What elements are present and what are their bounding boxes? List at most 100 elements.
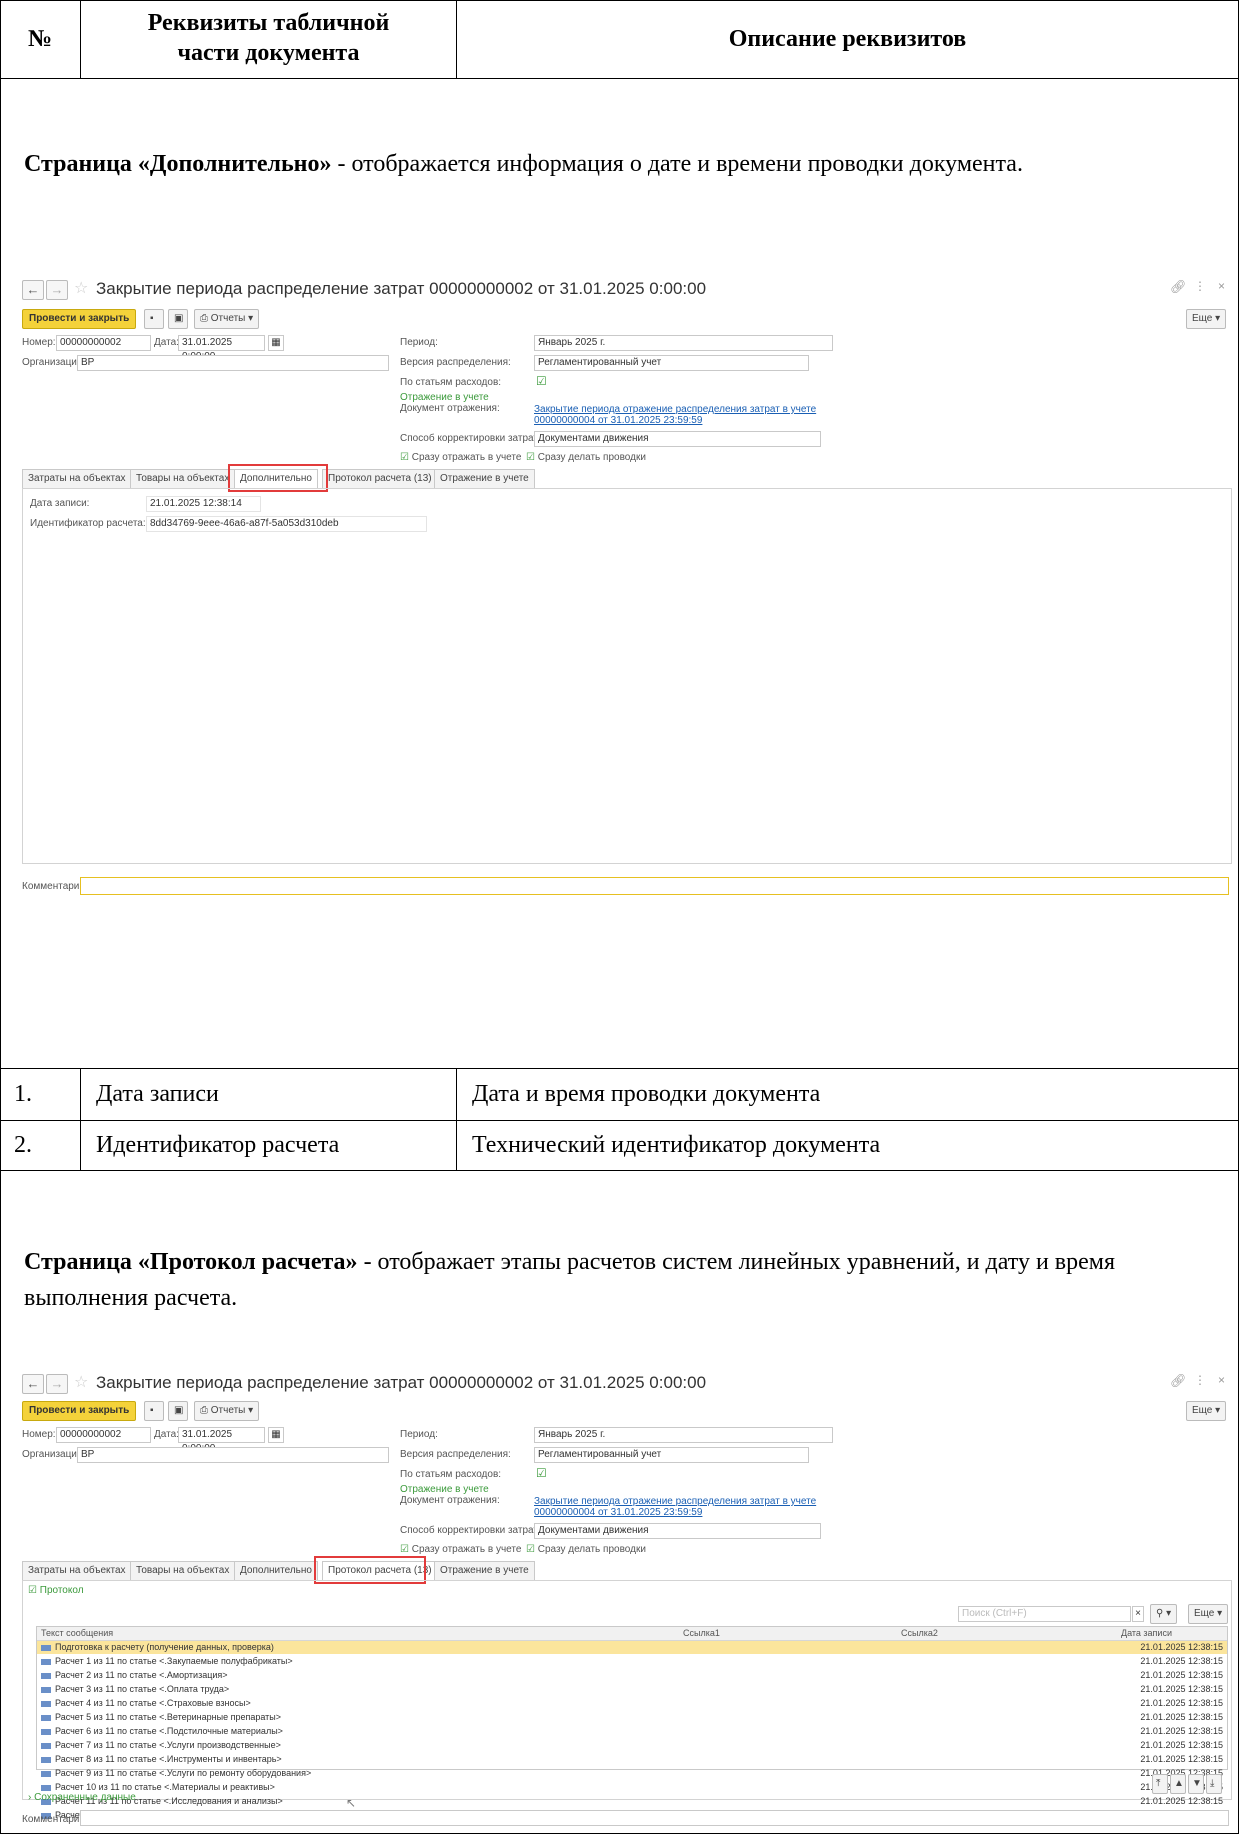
tab-additional[interactable]: Дополнительно: [234, 1561, 318, 1580]
date-label: Дата:: [154, 1429, 179, 1440]
reflection-doc-link[interactable]: Закрытие периода отражение распределения…: [534, 1496, 816, 1518]
org-field[interactable]: ВР: [77, 1447, 389, 1463]
table-row[interactable]: Расчет 1 из 11 по статье <.Закупаемые по…: [37, 1655, 1227, 1668]
table-row[interactable]: Расчет 7 из 11 по статье <.Услуги произв…: [37, 1739, 1227, 1752]
tab-costs-objects[interactable]: Затраты на объектах: [22, 469, 132, 488]
by-items-checkbox[interactable]: ☑: [536, 1466, 547, 1480]
close-icon: ×: [1135, 1608, 1141, 1619]
tab-goods-objects[interactable]: Товары на объектах: [130, 1561, 236, 1580]
tab-calc-protocol[interactable]: Протокол расчета (13): [322, 469, 438, 488]
more-vertical-icon[interactable]: ⋮: [1194, 1373, 1206, 1387]
move-top-button[interactable]: ⤒: [1152, 1774, 1168, 1794]
protocol-label: Протокол: [39, 1585, 84, 1596]
close-icon[interactable]: ×: [1218, 1373, 1225, 1387]
section-protocol-text: Страница «Протокол расчета» - отображает…: [24, 1244, 1174, 1316]
version-field[interactable]: Регламентированный учет: [534, 355, 809, 371]
reflection-header: Отражение в учете: [400, 1484, 489, 1495]
table-row[interactable]: Расчет 11 из 11 по статье <.Исследования…: [37, 1795, 1227, 1808]
save-button[interactable]: ▪: [144, 1401, 164, 1421]
table-row[interactable]: Расчет 2 из 11 по статье <.Амортизация> 2…: [37, 1669, 1227, 1682]
calc-id-field[interactable]: 8dd34769-9eee-46a6-a87f-5a053d310deb: [146, 516, 427, 532]
protocol-group[interactable]: ☑ Протокол: [28, 1585, 84, 1596]
comment-field[interactable]: [80, 877, 1229, 895]
tab-reflection[interactable]: Отражение в учете: [434, 469, 535, 488]
calc-id-label: Идентификатор расчета:: [30, 518, 146, 529]
col-date[interactable]: Дата записи: [1121, 1627, 1172, 1640]
close-icon[interactable]: ×: [1218, 279, 1225, 293]
more-button[interactable]: Еще ▾: [1186, 309, 1227, 329]
search-input[interactable]: Поиск (Ctrl+F): [958, 1606, 1131, 1622]
cb2-checkbox[interactable]: ☑: [526, 1544, 535, 1555]
forward-button[interactable]: →: [46, 280, 68, 300]
table-row[interactable]: Расчет 3 из 11 по статье <.Оплата труда>…: [37, 1683, 1227, 1696]
method-field[interactable]: Документами движения: [534, 1523, 821, 1539]
post-close-button[interactable]: Провести и закрыть: [22, 309, 137, 329]
cb1-wrapper[interactable]: ☑ Сразу отражать в учете: [400, 1544, 521, 1555]
table-row[interactable]: Расчет 10 из 11 по статье <.Материалы и …: [37, 1781, 1227, 1794]
period-field[interactable]: Январь 2025 г.: [534, 1427, 833, 1443]
back-button[interactable]: ←: [22, 280, 44, 300]
reflection-doc-link[interactable]: Закрытие периода отражение распределения…: [534, 404, 816, 426]
table-col-divider: [80, 1068, 81, 1170]
clear-search-button[interactable]: ×: [1132, 1606, 1144, 1622]
cb1-wrapper[interactable]: ☑ Сразу отражать в учете: [400, 452, 521, 463]
saved-data-group[interactable]: › Сохраненные данные: [28, 1792, 136, 1803]
comment-field[interactable]: [80, 1810, 1229, 1826]
col-text[interactable]: Текст сообщения: [41, 1627, 113, 1640]
number-field[interactable]: 00000000002: [56, 335, 151, 351]
table-row[interactable]: Расчет 9 из 11 по статье <.Услуги по рем…: [37, 1767, 1227, 1780]
grid-more-button[interactable]: Еще ▾: [1188, 1604, 1229, 1624]
header-description: Описание реквизитов: [728, 26, 967, 52]
cb2-wrapper[interactable]: ☑ Сразу делать проводки: [526, 452, 646, 463]
tab-costs-objects[interactable]: Затраты на объектах: [22, 1561, 132, 1580]
link-icon[interactable]: 🔗︎: [1170, 279, 1187, 295]
post-close-button[interactable]: Провести и закрыть: [22, 1401, 137, 1421]
table-row[interactable]: Расчет 5 из 11 по статье <.Ветеринарные …: [37, 1711, 1227, 1724]
method-field[interactable]: Документами движения: [534, 431, 821, 447]
by-items-label: По статьям расходов:: [400, 1469, 502, 1480]
table-row[interactable]: Расчет 4 из 11 по статье <.Страховые взн…: [37, 1697, 1227, 1710]
more-button[interactable]: Еще ▾: [1186, 1401, 1227, 1421]
back-button[interactable]: ←: [22, 1374, 44, 1394]
table-row[interactable]: Расчет 8 из 11 по статье <.Инструменты и…: [37, 1753, 1227, 1766]
cb1-checkbox[interactable]: ☑: [400, 1544, 409, 1555]
move-bottom-button[interactable]: ⤓: [1206, 1774, 1222, 1794]
cb1-checkbox[interactable]: ☑: [400, 452, 409, 463]
cb2-checkbox[interactable]: ☑: [526, 452, 535, 463]
date-field[interactable]: 31.01.2025 0:00:00: [178, 335, 265, 362]
move-down-button[interactable]: ▼: [1188, 1774, 1204, 1794]
tab-goods-objects[interactable]: Товары на объектах: [130, 469, 236, 488]
col-ref2[interactable]: Ссылка2: [901, 1627, 938, 1640]
col-ref1[interactable]: Ссылка1: [683, 1627, 720, 1640]
tab-reflection[interactable]: Отражение в учете: [434, 1561, 535, 1580]
log-message: Расчет 6 из 11 по статье <.Подстилочные …: [55, 1726, 283, 1736]
move-up-button[interactable]: ▲: [1170, 1774, 1186, 1794]
structure-button[interactable]: ▣: [168, 1401, 188, 1421]
search-button[interactable]: ⚲ ▾: [1150, 1604, 1178, 1624]
more-vertical-icon[interactable]: ⋮: [1194, 279, 1206, 293]
table-row[interactable]: Расчет 6 из 11 по статье <.Подстилочные …: [37, 1725, 1227, 1738]
record-date-field[interactable]: 21.01.2025 12:38:14: [146, 496, 261, 512]
by-items-checkbox[interactable]: ☑: [536, 374, 547, 388]
structure-button[interactable]: ▣: [168, 309, 188, 329]
link-icon[interactable]: 🔗︎: [1170, 1373, 1187, 1389]
star-icon[interactable]: ☆: [74, 278, 88, 298]
number-field[interactable]: 00000000002: [56, 1427, 151, 1443]
date-field[interactable]: 31.01.2025 0:00:00: [178, 1427, 265, 1454]
message-icon: [41, 1686, 51, 1693]
calendar-button[interactable]: ▦: [268, 1427, 284, 1443]
calendar-button[interactable]: ▦: [268, 335, 284, 351]
reports-button[interactable]: ⎙ Отчеты ▾: [194, 309, 260, 329]
org-field[interactable]: ВР: [77, 355, 389, 371]
save-button[interactable]: ▪: [144, 309, 164, 329]
version-field[interactable]: Регламентированный учет: [534, 1447, 809, 1463]
more-label: Еще: [1192, 313, 1213, 324]
star-icon[interactable]: ☆: [74, 1372, 88, 1392]
cursor-icon: ↖: [346, 1796, 357, 1810]
period-field[interactable]: Январь 2025 г.: [534, 335, 833, 351]
forward-button[interactable]: →: [46, 1374, 68, 1394]
reports-button[interactable]: ⎙ Отчеты ▾: [194, 1401, 260, 1421]
message-icon: [41, 1700, 51, 1707]
table-row[interactable]: Подготовка к расчету (получение данных, …: [37, 1641, 1227, 1654]
cb2-wrapper[interactable]: ☑ Сразу делать проводки: [526, 1544, 646, 1555]
